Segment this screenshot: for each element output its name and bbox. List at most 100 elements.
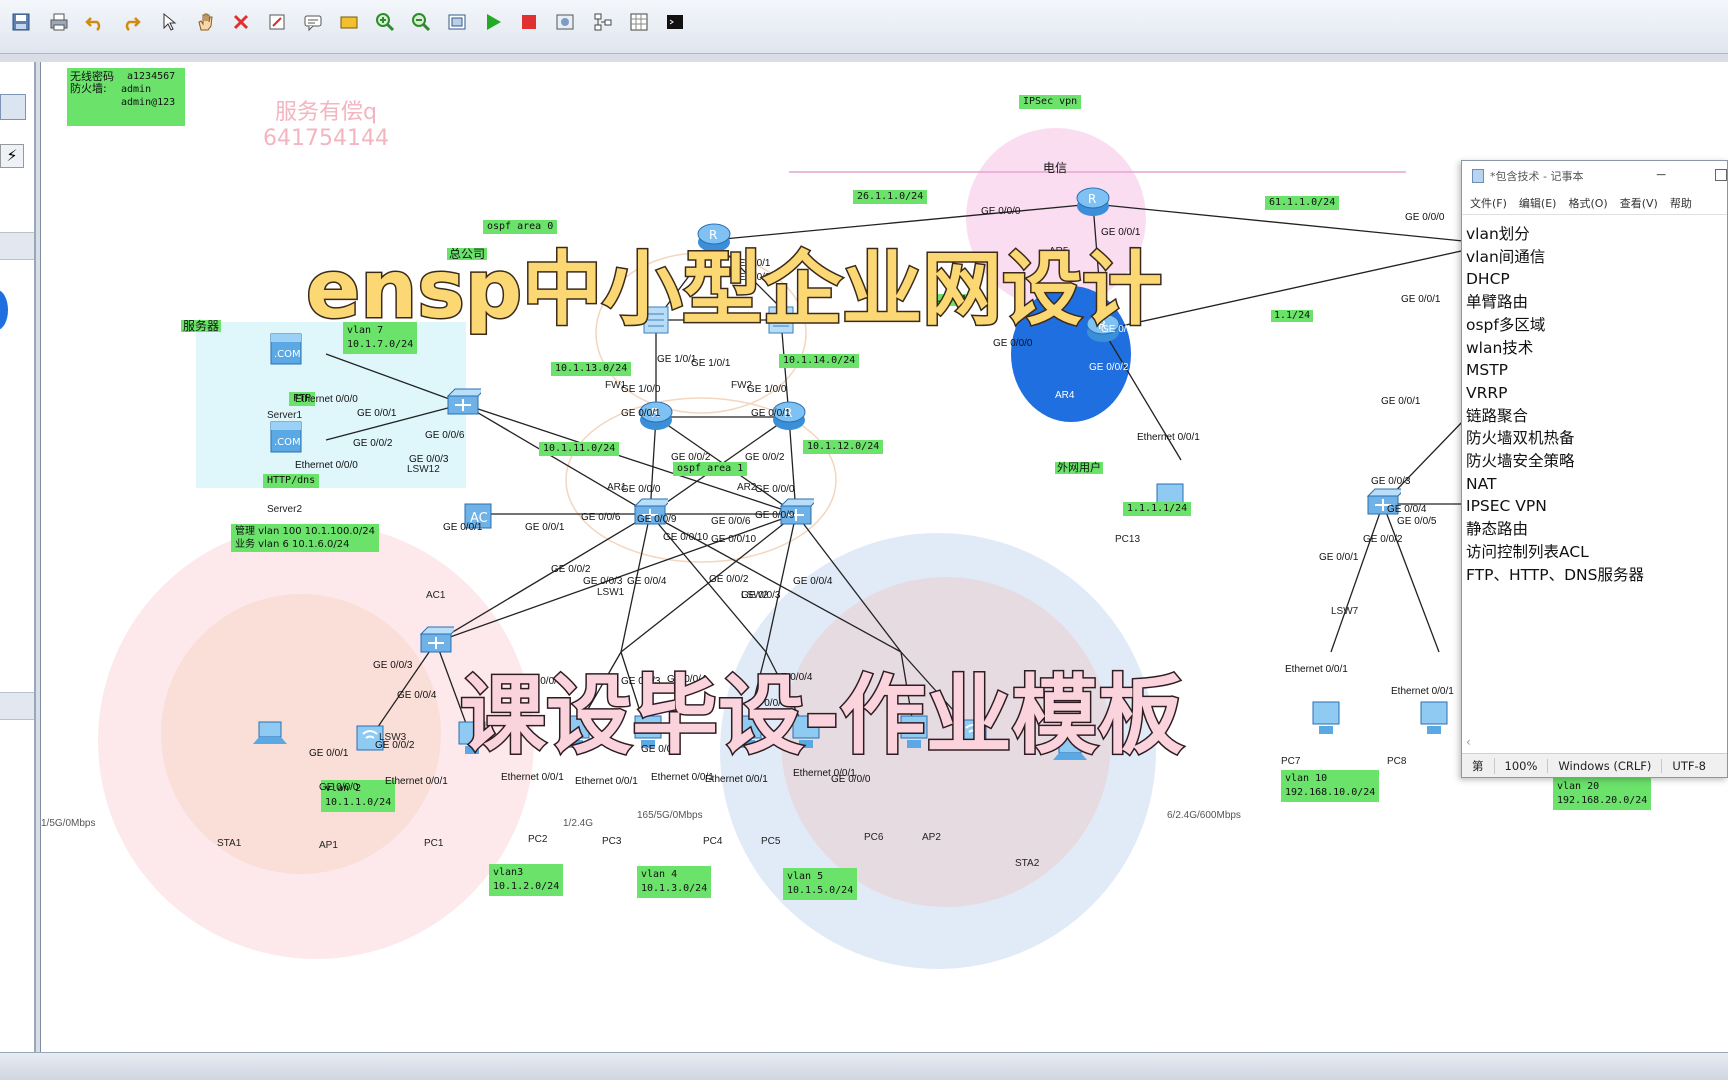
vlan5-label[interactable]: vlan 5 10.1.5.0/24 xyxy=(783,868,858,900)
blue-marker-icon xyxy=(0,290,8,330)
notepad-title: *包含技术 - 记事本 xyxy=(1490,170,1584,183)
menu-file[interactable]: 文件(F) xyxy=(1470,195,1507,211)
ar5-router-icon[interactable]: R xyxy=(1075,184,1111,220)
port-lsw3-ge004: GE 0/0/4 xyxy=(397,690,437,701)
ospf-area1-label[interactable]: ospf area 1 xyxy=(673,462,748,476)
rect-icon[interactable] xyxy=(336,9,362,35)
port-ar5-ge000: GE 0/0/0 xyxy=(981,206,1021,217)
capture-icon[interactable] xyxy=(552,9,578,35)
note-line: MSTP xyxy=(1466,361,1509,380)
port-remote-ge000: GE 0/0/0 xyxy=(1405,212,1445,223)
redo-icon[interactable] xyxy=(118,9,144,35)
sta1-laptop-icon[interactable] xyxy=(249,718,293,748)
port-pc13-eth: Ethernet 0/0/1 xyxy=(1137,432,1200,443)
scroll-left-icon[interactable]: ‹ xyxy=(1466,735,1471,749)
note-line: 访问控制列表ACL xyxy=(1466,542,1589,561)
mgmt-vlan-label[interactable]: 管理 vlan 100 10.1.100.0/24 业务 vlan 6 10.1.… xyxy=(231,524,379,552)
server1-icon[interactable]: .COM xyxy=(267,330,305,370)
undo-icon[interactable] xyxy=(82,9,108,35)
password-note[interactable]: 无线密码 防火墙: a1234567 admin admin@123 xyxy=(67,68,185,126)
server2-label: Server2 xyxy=(267,504,303,515)
menu-format[interactable]: 格式(O) xyxy=(1568,195,1607,211)
ipsec-label[interactable]: IPSec vpn xyxy=(1019,95,1082,109)
pc6-label: PC6 xyxy=(864,832,884,843)
status-encoding: UTF-8 xyxy=(1672,758,1706,773)
subnet-13-label[interactable]: 10.1.13.0/24 xyxy=(551,362,632,376)
port-lsw3-ge003: GE 0/0/3 xyxy=(373,660,413,671)
port-fw2-ge101: GE 1/0/1 xyxy=(691,358,731,369)
panel-divider xyxy=(0,232,34,260)
fit-icon[interactable] xyxy=(444,9,470,35)
grid-icon[interactable] xyxy=(626,9,652,35)
note-label-firewall: 防火墙: xyxy=(70,82,107,95)
subnet-1111-label[interactable]: 1.1.1.1/24 xyxy=(1123,502,1192,516)
port-ar1-ge001: GE 0/0/1 xyxy=(621,408,661,419)
zoom-out-icon[interactable] xyxy=(408,9,434,35)
vlan4-label[interactable]: vlan 4 10.1.3.0/24 xyxy=(637,866,712,898)
start-icon[interactable] xyxy=(480,9,506,35)
text-icon[interactable] xyxy=(300,9,326,35)
pc4-label: PC4 xyxy=(703,836,723,847)
vlan3-label[interactable]: vlan3 10.1.2.0/24 xyxy=(489,864,564,896)
lsw7-label: LSW7 xyxy=(1331,606,1359,617)
httpdns-label[interactable]: HTTP/dns xyxy=(263,474,320,488)
notepad-window[interactable]: *包含技术 - 记事本 − 文件(F) 编辑(E) 格式(O) 查看(V) 帮助… xyxy=(1461,160,1728,778)
pc7-icon[interactable] xyxy=(1309,698,1343,738)
device-panel: ⚡ xyxy=(0,62,36,1052)
maximize-icon[interactable] xyxy=(1715,169,1727,181)
stop-icon[interactable] xyxy=(516,9,542,35)
lsw12-switch-icon[interactable] xyxy=(445,386,481,420)
external-user-label[interactable]: 外网用户 xyxy=(1055,462,1103,474)
sta2-label: STA2 xyxy=(1015,858,1040,869)
vlan10-label[interactable]: vlan 10 192.168.10.0/24 xyxy=(1281,770,1380,802)
pointer-icon[interactable] xyxy=(156,9,182,35)
console-icon[interactable] xyxy=(662,9,688,35)
delete-icon[interactable] xyxy=(228,9,254,35)
menu-view[interactable]: 查看(V) xyxy=(1620,195,1658,211)
subnet-14-label[interactable]: 10.1.14.0/24 xyxy=(779,354,860,368)
notepad-text-area[interactable]: vlan划分 vlan间通信 DHCP 单臂路由 ospf多区域 wlan技术 … xyxy=(1462,215,1727,594)
zoom-in-icon[interactable] xyxy=(372,9,398,35)
note-line: 防火墙双机热备 xyxy=(1466,429,1575,448)
server2-icon[interactable]: .COM xyxy=(267,418,305,458)
subnet-11-label[interactable]: 10.1.11.0/24 xyxy=(539,442,620,456)
lsw3-switch-icon[interactable] xyxy=(418,624,454,658)
status-zoom: 100% xyxy=(1495,758,1549,773)
menu-edit[interactable]: 编辑(E) xyxy=(1519,195,1557,211)
lsw1-label: LSW1 xyxy=(597,587,625,598)
notepad-titlebar[interactable]: *包含技术 - 记事本 − xyxy=(1462,161,1727,191)
pc8-label: PC8 xyxy=(1387,756,1407,767)
erase-icon[interactable] xyxy=(264,9,290,35)
subnet-61-label[interactable]: 61.1.1.0/24 xyxy=(1265,196,1340,210)
port-remote-ge001: GE 0/0/1 xyxy=(1401,294,1441,305)
port-server1-eth: Ethernet 0/0/0 xyxy=(295,394,358,405)
vlan20-label[interactable]: vlan 20 192.168.20.0/24 xyxy=(1553,778,1652,810)
menu-help[interactable]: 帮助 xyxy=(1670,195,1692,211)
subnet-26-label[interactable]: 26.1.1.0/24 xyxy=(853,190,928,204)
minimize-icon[interactable]: − xyxy=(1655,167,1667,183)
port-pc3-eth: Ethernet 0/0/1 xyxy=(575,776,638,787)
port-lsw12-ge006: GE 0/0/6 xyxy=(425,430,465,441)
hand-icon[interactable] xyxy=(192,9,218,35)
subnet-12-label[interactable]: 10.1.12.0/24 xyxy=(803,440,884,454)
vlan20-name: vlan 20 xyxy=(1557,781,1600,792)
servers-label[interactable]: 服务器 xyxy=(181,320,222,332)
save-icon[interactable] xyxy=(8,9,34,35)
ap2-label: AP2 xyxy=(922,832,941,843)
port-ar2-ge002: GE 0/0/2 xyxy=(745,452,785,463)
pc8-icon[interactable] xyxy=(1417,698,1451,738)
port-lsw3-ge002: GE 0/0/2 xyxy=(375,740,415,751)
topo-icon[interactable] xyxy=(590,9,616,35)
lsw12-label: LSW12 xyxy=(407,464,440,475)
port-ac1-ge001: GE 0/0/1 xyxy=(443,522,483,533)
notepad-icon xyxy=(1472,169,1484,183)
svg-text:R: R xyxy=(709,228,717,242)
pc7-label: PC7 xyxy=(1281,756,1301,767)
notepad-menubar: 文件(F) 编辑(E) 格式(O) 查看(V) 帮助 xyxy=(1462,191,1727,215)
ospf-area0-label[interactable]: ospf area 0 xyxy=(483,220,558,234)
router-category-icon[interactable] xyxy=(0,94,26,120)
ensp-window: ⚡ R R R R R AC .COM .COM 无线密码 防火墙: a1234… xyxy=(0,0,1728,1080)
lightning-icon[interactable]: ⚡ xyxy=(0,144,24,168)
wifi-rate-1: 1/5G/0Mbps xyxy=(41,818,96,829)
print-icon[interactable] xyxy=(46,9,72,35)
